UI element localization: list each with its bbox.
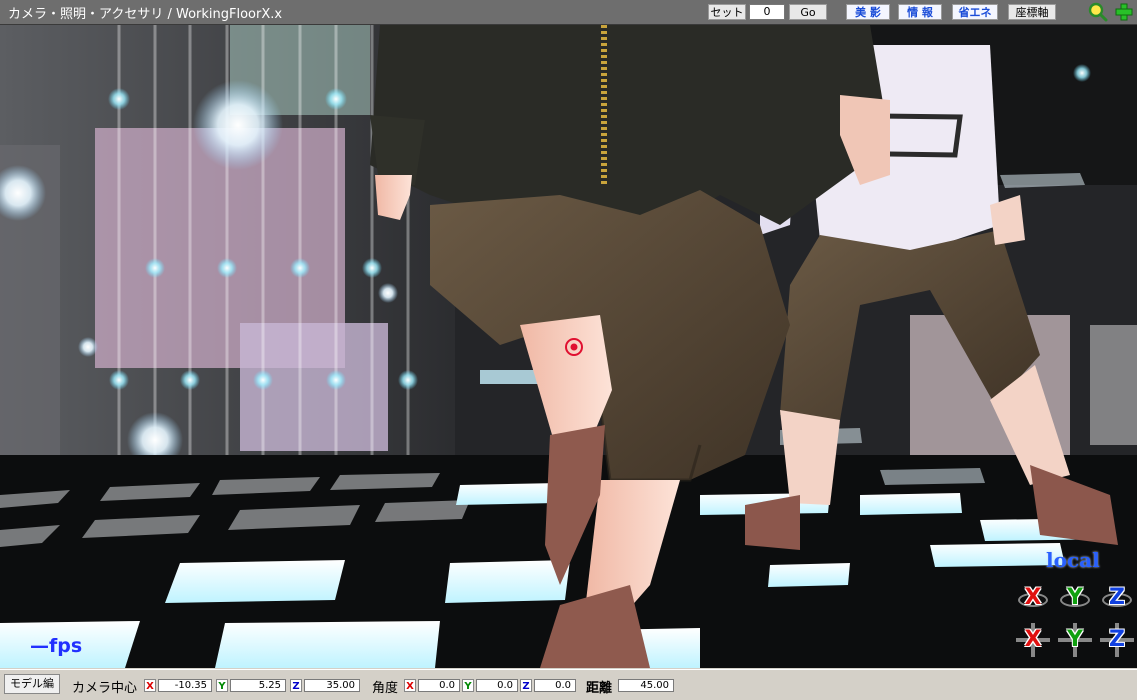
camera-center-x-field[interactable]: -10.35	[158, 679, 212, 692]
plus-icon[interactable]	[1114, 2, 1134, 22]
move-x-icon[interactable]: X	[1016, 623, 1050, 657]
distance-field[interactable]: 45.00	[618, 679, 674, 692]
rotate-y-icon[interactable]: Y	[1060, 585, 1090, 611]
move-y-icon[interactable]: Y	[1058, 623, 1092, 657]
angle-x-field[interactable]: 0.0	[418, 679, 460, 692]
beauty-shadow-toggle[interactable]: 美 影	[846, 4, 890, 20]
scene-render	[0, 25, 1137, 668]
angle-axis-z-tag: Z	[520, 679, 532, 692]
distance-label: 距離	[586, 681, 613, 696]
set-frame-button[interactable]: セット	[708, 4, 746, 20]
angle-y-field[interactable]: 0.0	[476, 679, 518, 692]
info-toggle[interactable]: 情 報	[898, 4, 942, 20]
angle-label: 角度	[372, 681, 399, 696]
magnifier-icon[interactable]	[1088, 2, 1108, 22]
frame-number-input[interactable]: 0	[749, 4, 785, 20]
angle-z-field[interactable]: 0.0	[534, 679, 576, 692]
3d-viewport[interactable]: —fps local X Y Z X Y Z	[0, 25, 1137, 668]
axis-x-tag: X	[144, 679, 156, 692]
angle-axis-y-tag: Y	[462, 679, 474, 692]
camera-center-z-field[interactable]: 35.00	[304, 679, 360, 692]
axis-z-tag: Z	[290, 679, 302, 692]
move-z-icon[interactable]: Z	[1100, 623, 1134, 657]
fps-counter: —fps	[30, 635, 83, 657]
camera-center-y-field[interactable]: 5.25	[230, 679, 286, 692]
model-edit-button[interactable]: モデル編	[4, 674, 60, 694]
local-mode-label[interactable]: local	[1046, 548, 1100, 572]
coordinate-axis-toggle[interactable]: 座標軸	[1008, 4, 1056, 20]
angle-axis-x-tag: X	[404, 679, 416, 692]
title-bar: カメラ・照明・アクセサリ / WorkingFloorX.x セット 0 Go …	[0, 0, 1137, 25]
axis-y-tag: Y	[216, 679, 228, 692]
window-title: カメラ・照明・アクセサリ / WorkingFloorX.x	[8, 7, 283, 22]
rotate-z-icon[interactable]: Z	[1102, 585, 1132, 611]
power-save-toggle[interactable]: 省エネ	[952, 4, 998, 20]
camera-center-label: カメラ中心	[72, 681, 138, 696]
rotate-x-icon[interactable]: X	[1018, 585, 1048, 611]
status-bar: モデル編 カメラ中心 X -10.35 Y 5.25 Z 35.00 角度 X …	[0, 669, 1137, 700]
go-button[interactable]: Go	[789, 4, 827, 20]
